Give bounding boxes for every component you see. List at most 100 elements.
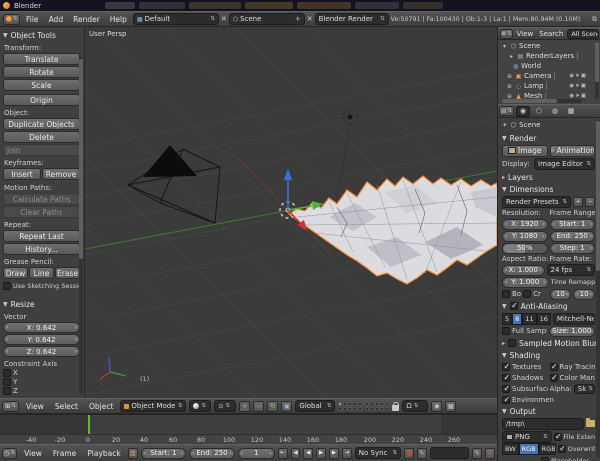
layers-grid-1[interactable] (338, 402, 362, 411)
outliner-hscrollbar-track[interactable] (502, 99, 582, 103)
frame-start-field[interactable]: ‹Start: 1› (550, 219, 596, 230)
axis-y-checkbox[interactable] (3, 378, 11, 386)
outliner-hscrollbar[interactable] (502, 99, 557, 103)
insert-keyframe-button[interactable]: ✎ (472, 448, 482, 459)
delete-keyframe-button[interactable]: ✕ (485, 448, 495, 459)
rotate-manipulator-button[interactable]: ↻ (267, 401, 278, 412)
render-presets-selector[interactable]: Render Presets⇅ (502, 196, 571, 208)
keying-set-field[interactable] (430, 447, 469, 459)
axis-x-checkbox[interactable] (3, 369, 11, 377)
editor-type-button[interactable]: ◷⇅ (2, 448, 17, 459)
aa-samples-16[interactable]: 16 (537, 313, 551, 325)
sketching-session-checkbox[interactable] (3, 282, 11, 290)
file-extensions-checkbox[interactable] (554, 433, 562, 441)
lock-icon[interactable] (392, 405, 399, 411)
visibility-eye-icon[interactable]: ◉ (569, 83, 574, 89)
aspect-y-field[interactable]: ‹Y: 1.000› (502, 277, 549, 288)
insert-keyframe-button[interactable]: Insert (3, 168, 41, 180)
aa-filter-selector[interactable]: Mitchell-Ne⇅ (553, 313, 595, 325)
current-frame-field[interactable]: ‹1› (238, 448, 275, 459)
view-menu[interactable]: View (22, 402, 48, 411)
toolshelf-scrollbar-track[interactable] (79, 57, 83, 395)
outliner-item-lamp[interactable]: ⊕ ◌ Lamp| ◉➤▣ (498, 81, 594, 91)
pin-icon[interactable]: ✦ (502, 121, 507, 129)
aspect-x-field[interactable]: ‹X: 1.000› (502, 265, 545, 276)
toolshelf-scrollbar[interactable] (79, 59, 83, 259)
tab-world[interactable]: ◍ (548, 106, 562, 117)
axis-z-checkbox[interactable] (3, 387, 11, 395)
scene-selector[interactable]: ⬡ Scene + (229, 13, 305, 25)
remap-new-field[interactable]: ‹10› (573, 289, 595, 300)
menu-add[interactable]: Add (45, 15, 68, 24)
editor-type-button[interactable]: ⇅ (3, 14, 20, 25)
repeat-last-button[interactable]: Repeat Last (3, 230, 80, 242)
alpha-mode-selector[interactable]: Sk⇅ (574, 384, 595, 394)
selectable-icon[interactable]: ➤ (575, 83, 580, 89)
jump-to-start-button[interactable]: ⇤ (278, 448, 288, 459)
outliner-item-world[interactable]: ◍ World (498, 61, 594, 71)
aa-samples-11[interactable]: 11 (522, 313, 536, 325)
manipulator-toggle-button[interactable]: ✛ (239, 401, 250, 412)
timeline-ruler[interactable]: -40 -20 0 20 40 60 80 100 120 140 160 18… (0, 434, 497, 444)
tab-render[interactable]: ◉ (516, 106, 530, 117)
color-mode-bw[interactable]: BW (502, 443, 519, 455)
selectable-icon[interactable]: ➤ (575, 73, 580, 79)
resize-x-field[interactable]: ‹X: 0.642› (3, 322, 80, 333)
remap-old-field[interactable]: ‹10› (550, 289, 572, 300)
tab-texture[interactable]: ▦ (564, 106, 578, 117)
outliner-item-scene[interactable]: ▾ ⬡ Scene (498, 41, 594, 51)
renderable-icon[interactable]: ▣ (581, 83, 586, 89)
timeline-track[interactable] (0, 415, 497, 434)
history-button[interactable]: History... (3, 243, 80, 255)
terrain-mesh-object[interactable] (289, 176, 497, 284)
resolution-y-field[interactable]: ‹Y: 1080› (502, 231, 548, 242)
tab-scene[interactable]: ⬡ (532, 106, 546, 117)
select-menu[interactable]: Select (51, 402, 82, 411)
keying-set-icon[interactable]: ✎ (417, 448, 427, 459)
viewport-shading-selector[interactable]: ⇅ (189, 400, 211, 412)
remove-keyframe-button[interactable]: Remove (42, 168, 80, 180)
preset-remove-button[interactable]: − (585, 197, 595, 207)
motion-blur-panel-header[interactable]: ▸Sampled Motion Blur (502, 337, 595, 349)
color-mode-rgba[interactable]: RGBA (539, 443, 556, 455)
outliner-item-renderlayers[interactable]: ▸ ▤ RenderLayers| (498, 51, 594, 61)
aa-samples-5[interactable]: 5 (502, 313, 512, 325)
render-engine-selector[interactable]: Blender Render ⇅ (315, 13, 389, 25)
crop-checkbox[interactable] (523, 290, 531, 298)
full-sample-checkbox[interactable] (502, 327, 510, 335)
resolution-percentage-slider[interactable]: 50% (502, 243, 548, 254)
folder-browse-icon[interactable] (586, 420, 595, 427)
editor-type-button[interactable]: ⊞⇅ (2, 401, 19, 412)
duplicate-objects-button[interactable]: Duplicate Objects (3, 118, 80, 130)
shading-panel-header[interactable]: ▼Shading (502, 349, 595, 361)
layout-close-button[interactable]: ✕ (221, 15, 227, 23)
delete-button[interactable]: Delete (3, 131, 80, 143)
border-checkbox[interactable] (502, 290, 510, 298)
scene-close-button[interactable]: ✕ (307, 15, 313, 23)
pivot-point-selector[interactable]: ⊙⇅ (214, 400, 236, 412)
scene-add-button[interactable]: + (295, 15, 301, 23)
use-preview-range-button[interactable]: ▥ (128, 448, 138, 459)
outliner-search-menu[interactable]: Search (537, 30, 565, 38)
timeline-playback-menu[interactable]: Playback (83, 449, 124, 458)
layers-panel-header[interactable]: ▸Layers (502, 171, 595, 183)
timeline-view-menu[interactable]: View (20, 449, 46, 458)
viewport-canvas[interactable] (85, 27, 497, 398)
render-opengl-anim-button[interactable]: ▦ (445, 401, 456, 412)
antialiasing-panel-header[interactable]: ▼Anti-Aliasing (502, 300, 595, 312)
grease-erase-button[interactable]: Erase (55, 267, 80, 279)
renderable-icon[interactable]: ▣ (581, 73, 586, 79)
visibility-eye-icon[interactable]: ◉ (569, 73, 574, 79)
preset-add-button[interactable]: + (573, 197, 583, 207)
file-format-selector[interactable]: PNG⇅ (502, 431, 552, 443)
output-path-field[interactable]: /tmp\ (502, 418, 584, 430)
expand-icon[interactable]: ⊕ (506, 83, 513, 90)
dimensions-panel-header[interactable]: ▼Dimensions (502, 183, 595, 195)
textures-checkbox[interactable] (502, 363, 510, 371)
menu-help[interactable]: Help (106, 15, 131, 24)
render-image-button[interactable]: Image (502, 145, 548, 157)
menu-file[interactable]: File (22, 15, 43, 24)
operator-panel-title[interactable]: ▼Resize (3, 298, 80, 310)
play-reverse-button[interactable]: ◀ (303, 448, 313, 459)
frame-end-field[interactable]: ‹End: 250› (550, 231, 596, 242)
